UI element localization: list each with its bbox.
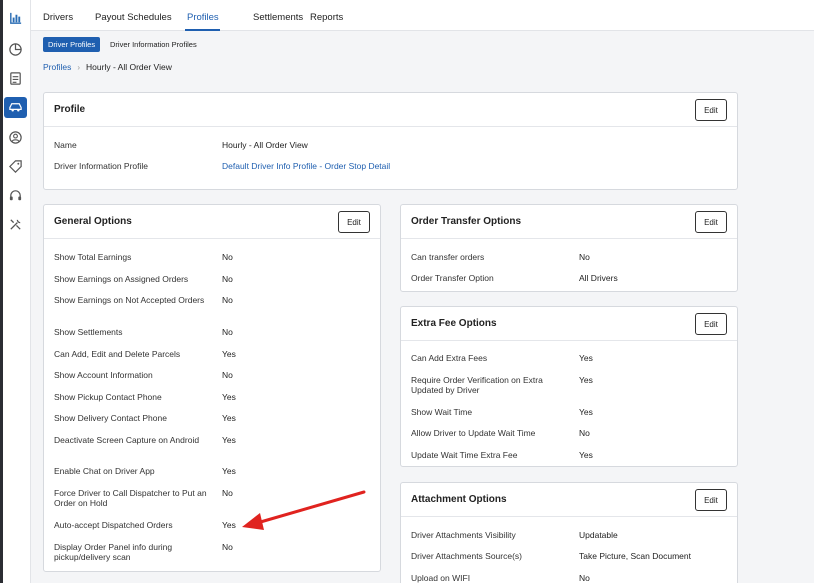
row-value: Yes: [579, 407, 593, 417]
row-label: Driver Information Profile: [54, 161, 149, 171]
order-transfer-options-header: Order Transfer Options Edit: [401, 205, 737, 239]
user-circle-icon[interactable]: [4, 127, 27, 148]
pie-chart-icon[interactable]: [4, 39, 27, 60]
row-value: No: [222, 274, 233, 284]
row-label: Display Order Panel info during pickup/d…: [54, 542, 173, 562]
profile-card: Profile Edit Name Hourly - All Order Vie…: [43, 92, 738, 190]
attachment-options-title: Attachment Options: [411, 494, 507, 505]
row-value: No: [222, 542, 233, 552]
tools-icon[interactable]: [4, 214, 27, 235]
row-value: Take Picture, Scan Document: [579, 551, 691, 561]
row-value: Yes: [222, 349, 236, 359]
row-label: Enable Chat on Driver App: [54, 466, 155, 476]
profile-card-header: Profile Edit: [44, 93, 737, 127]
tab-payout-schedules[interactable]: Payout Schedules: [95, 12, 172, 23]
row-label: Show Pickup Contact Phone: [54, 392, 162, 402]
row-label: Force Driver to Call Dispatcher to Put a…: [54, 488, 207, 508]
tab-settlements[interactable]: Settlements: [253, 12, 303, 23]
row-label: Show Delivery Contact Phone: [54, 413, 167, 423]
general-options-edit-button[interactable]: Edit: [338, 211, 370, 233]
headset-icon[interactable]: [4, 185, 27, 206]
vehicle-icon[interactable]: [4, 97, 27, 118]
row-label: Can Add Extra Fees: [411, 353, 488, 363]
driver-information-profiles-pill[interactable]: Driver Information Profiles: [105, 37, 202, 52]
extra-fee-options-title: Extra Fee Options: [411, 318, 497, 329]
row-label: Show Total Earnings: [54, 252, 132, 262]
row-label: Show Account Information: [54, 370, 153, 380]
row-label: Show Wait Time: [411, 407, 473, 417]
row-label: Upload on WIFI: [411, 573, 471, 583]
profile-card-title: Profile: [54, 104, 86, 115]
row-value: Yes: [222, 392, 236, 402]
row-label: Show Settlements: [54, 327, 123, 337]
row-value: Yes: [579, 450, 593, 460]
row-value: No: [579, 428, 590, 438]
order-transfer-options-edit-button[interactable]: Edit: [695, 211, 727, 233]
active-tab-indicator: [185, 29, 220, 31]
order-transfer-options-card: Order Transfer Options Edit Can transfer…: [400, 204, 738, 292]
tab-profiles[interactable]: Profiles: [187, 12, 219, 23]
row-label: Driver Attachments Visibility: [411, 530, 516, 540]
row-label: Can Add, Edit and Delete Parcels: [54, 349, 181, 359]
order-transfer-options-title: Order Transfer Options: [411, 216, 522, 227]
row-label: Show Earnings on Assigned Orders: [54, 274, 189, 284]
row-value: Yes: [222, 435, 236, 445]
row-value: Yes: [579, 375, 593, 385]
row-label: Show Earnings on Not Accepted Orders: [54, 295, 205, 305]
row-value: No: [579, 252, 590, 262]
row-label: Driver Attachments Source(s): [411, 551, 523, 561]
breadcrumb-profiles-link[interactable]: Profiles: [43, 62, 71, 72]
row-value: Yes: [222, 466, 236, 476]
rail-edge: [0, 0, 3, 583]
extra-fee-options-edit-button[interactable]: Edit: [695, 313, 727, 335]
tab-drivers[interactable]: Drivers: [43, 12, 73, 23]
logo-icon[interactable]: [4, 8, 27, 29]
extra-fee-options-header: Extra Fee Options Edit: [401, 307, 737, 341]
breadcrumb-current: Hourly - All Order View: [86, 62, 172, 72]
row-value: Yes: [222, 413, 236, 423]
row-value: No: [222, 295, 233, 305]
top-nav: Drivers Payout Schedules Profiles Settle…: [31, 0, 814, 31]
row-value: All Drivers: [579, 273, 618, 283]
row-value: Yes: [579, 353, 593, 363]
row-value: No: [222, 370, 233, 380]
row-value: No: [222, 252, 233, 262]
row-label: Deactivate Screen Capture on Android: [54, 435, 200, 445]
driver-profiles-pill[interactable]: Driver Profiles: [43, 37, 101, 52]
profile-edit-button[interactable]: Edit: [695, 99, 727, 121]
row-value: No: [222, 327, 233, 337]
row-label: Can transfer orders: [411, 252, 485, 262]
general-options-title: General Options: [54, 216, 132, 227]
attachment-options-edit-button[interactable]: Edit: [695, 489, 727, 511]
row-label: Order Transfer Option: [411, 273, 494, 283]
row-value: No: [222, 488, 233, 498]
driver-info-profile-link[interactable]: Default Driver Info Profile - Order Stop…: [222, 161, 390, 171]
row-value: Hourly - All Order View: [222, 140, 308, 150]
attachment-options-header: Attachment Options Edit: [401, 483, 737, 517]
chevron-right-icon: ›: [77, 62, 81, 72]
row-label: Update Wait Time Extra Fee: [411, 450, 518, 460]
extra-fee-options-card: Extra Fee Options Edit Can Add Extra Fee…: [400, 306, 738, 467]
row-label: Name: [54, 140, 77, 150]
breadcrumb: Profiles › Hourly - All Order View: [43, 62, 172, 72]
general-options-card: General Options Edit Show Total Earnings…: [43, 204, 381, 572]
row-label: Require Order Verification on Extra Upda…: [411, 375, 543, 395]
tag-icon[interactable]: [4, 156, 27, 177]
general-options-header: General Options Edit: [44, 205, 380, 239]
row-value: Updatable: [579, 530, 618, 540]
row-label: Allow Driver to Update Wait Time: [411, 428, 536, 438]
row-value: Yes: [222, 520, 236, 530]
document-icon[interactable]: [4, 68, 27, 89]
attachment-options-card: Attachment Options Edit Driver Attachmen…: [400, 482, 738, 583]
row-value: No: [579, 573, 590, 583]
tab-reports[interactable]: Reports: [310, 12, 343, 23]
row-label: Auto-accept Dispatched Orders: [54, 520, 173, 530]
left-rail: [0, 0, 31, 583]
